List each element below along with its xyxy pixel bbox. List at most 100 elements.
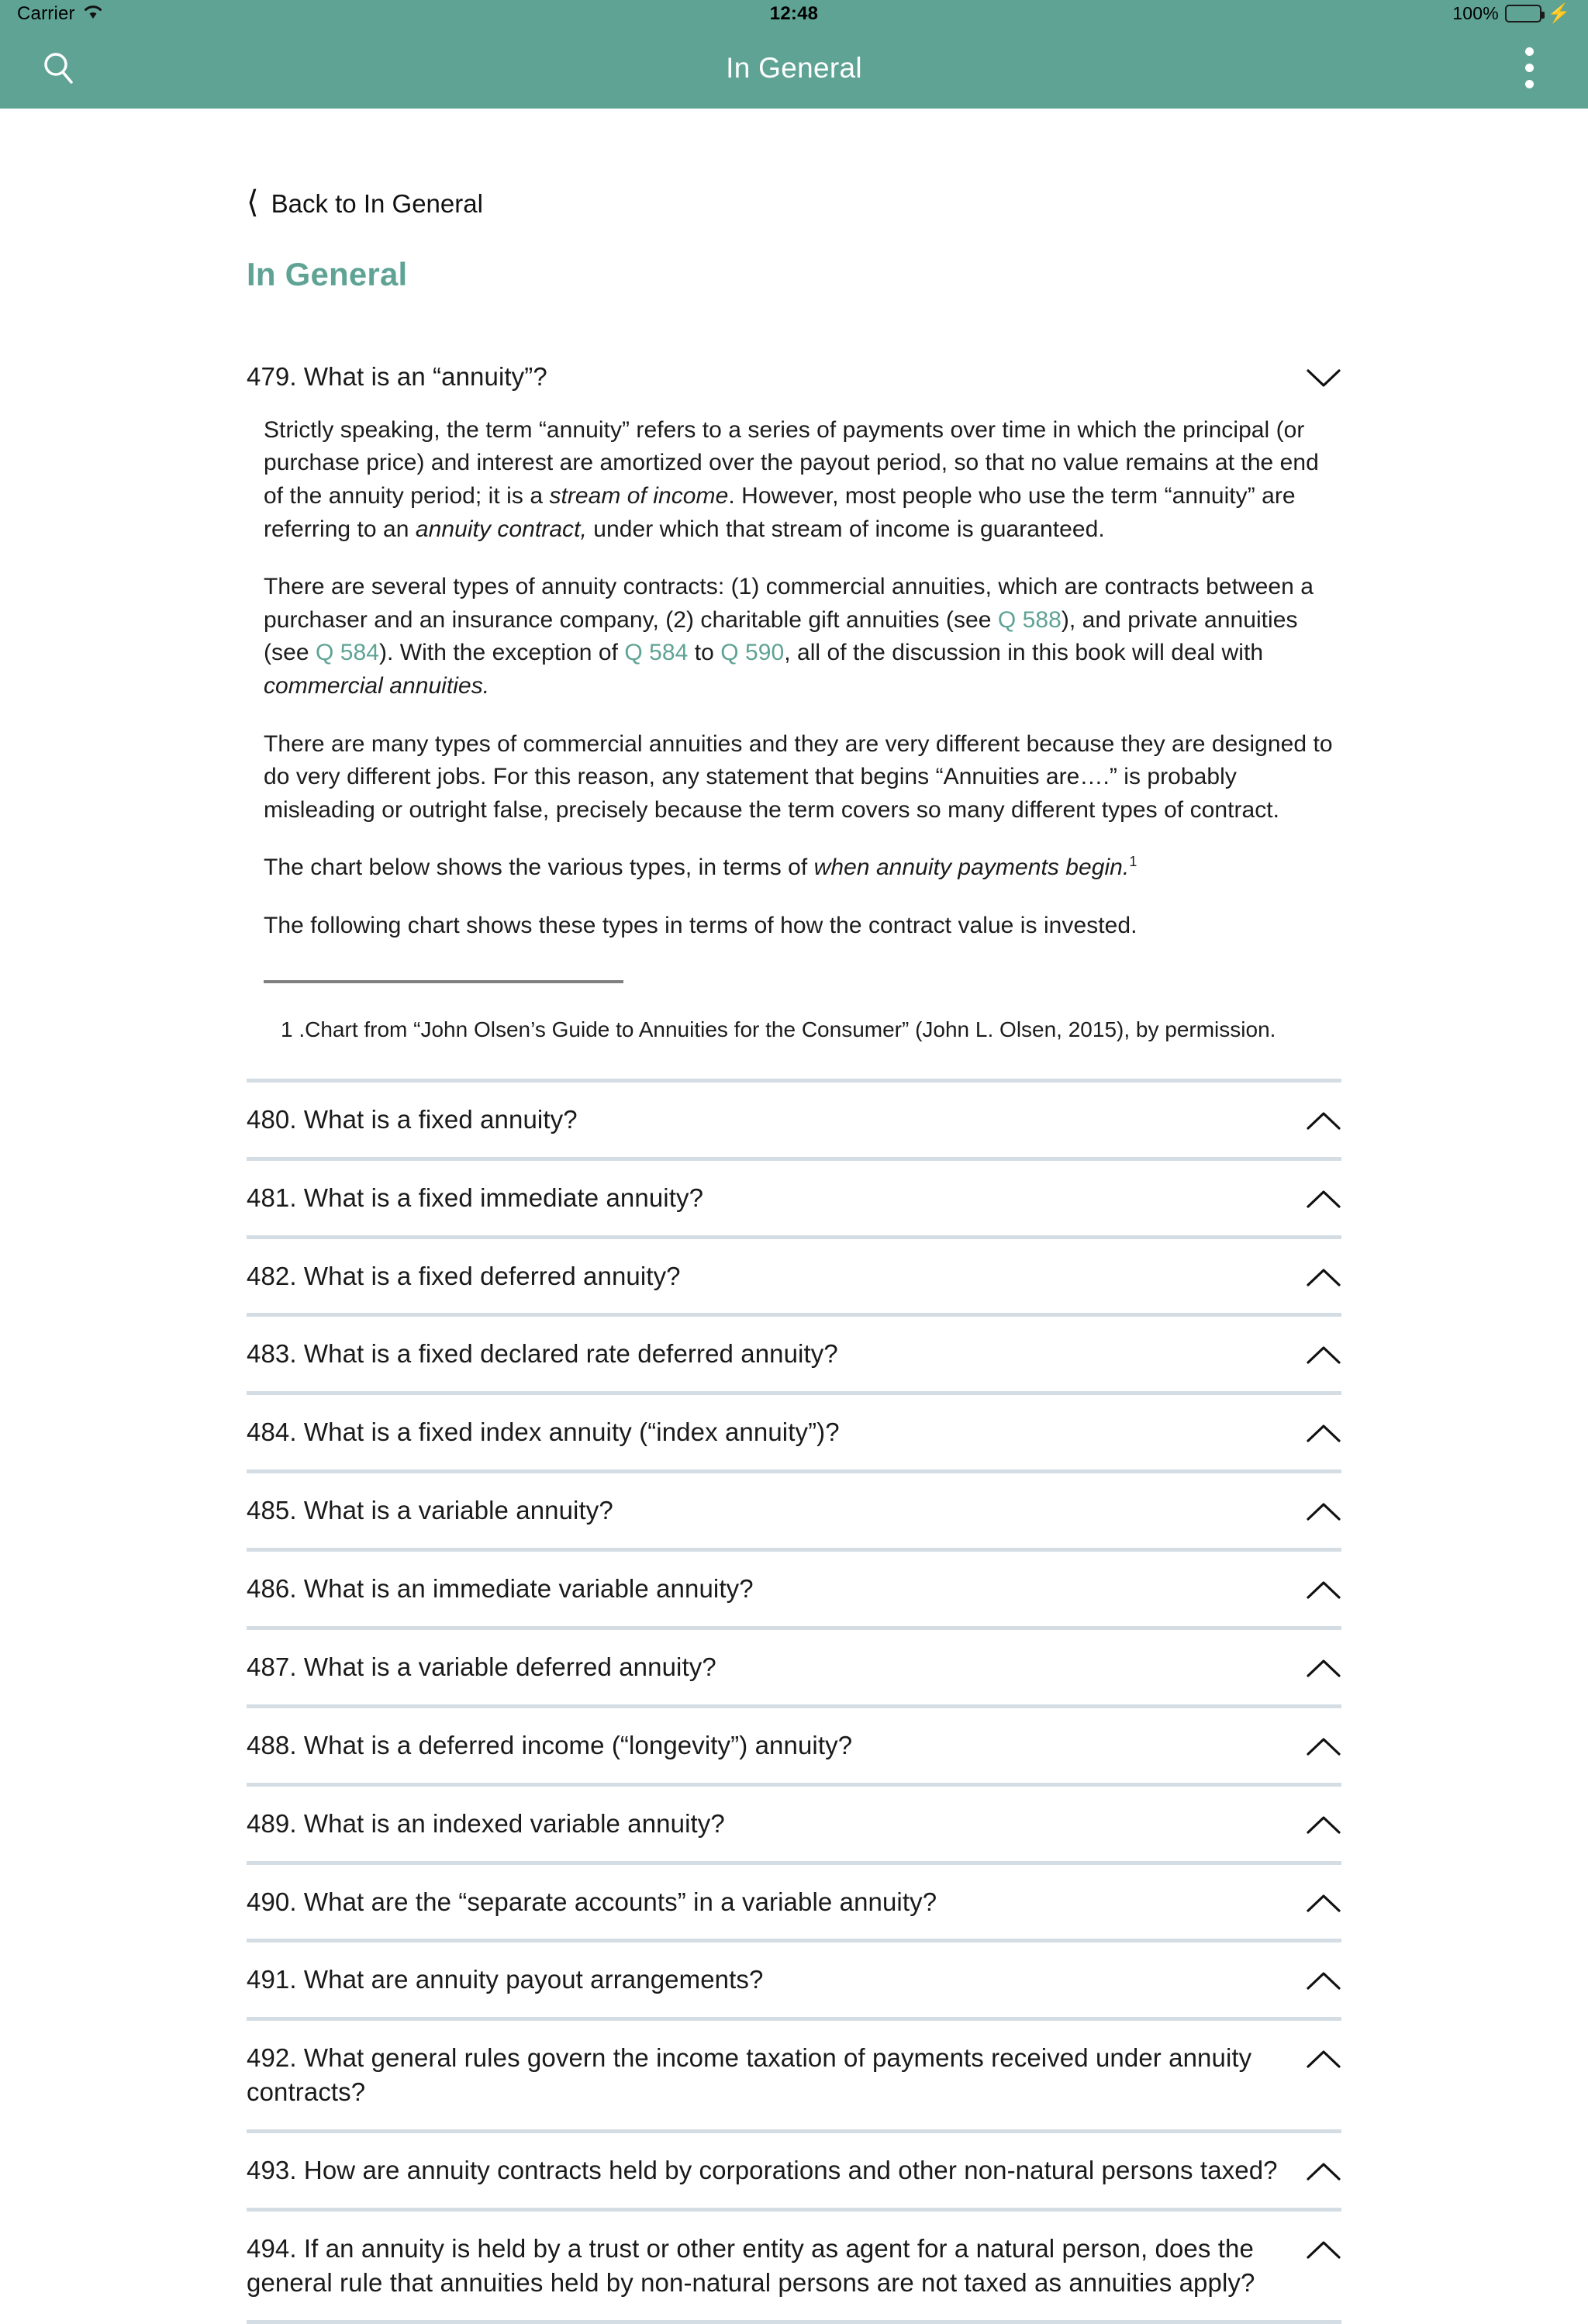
chevron-up-icon[interactable]	[1306, 2238, 1341, 2261]
chevron-up-icon[interactable]	[1306, 1969, 1341, 1992]
wifi-icon	[83, 3, 103, 25]
body-text: ). With the exception of	[378, 640, 625, 666]
question-title: 494. If an annuity is held by a trust or…	[247, 2233, 1255, 2297]
question-header-485[interactable]: 485. What is a variable annuity?	[247, 1473, 1341, 1548]
question-title: 493. How are annuity contracts held by c…	[247, 2156, 1278, 2185]
question-title: 485. What is a variable annuity?	[247, 1496, 613, 1525]
chevron-left-icon: ⟨	[247, 185, 259, 219]
question-item-489: 489. What is an indexed variable annuity…	[247, 1787, 1341, 1861]
emphasis-text: when annuity payments begin.	[813, 855, 1130, 881]
status-bar: Carrier 12:48 100% ⚡	[0, 0, 1588, 27]
chevron-up-icon[interactable]	[1306, 1813, 1341, 1836]
body-text: , all of the discussion in this book wil…	[784, 640, 1264, 666]
kebab-menu-icon[interactable]	[1501, 37, 1557, 99]
chevron-up-icon[interactable]	[1306, 1500, 1341, 1523]
body-text: to	[688, 640, 721, 666]
chevron-up-icon[interactable]	[1306, 1109, 1341, 1132]
question-header-479[interactable]: 479. What is an “annuity”?	[247, 340, 1341, 414]
lightning-bolt-icon: ⚡	[1547, 2, 1571, 24]
question-item-491: 491. What are annuity payout arrangement…	[247, 1942, 1341, 2017]
question-item-488: 488. What is a deferred income (“longevi…	[247, 1708, 1341, 1783]
body-paragraph-3: There are many types of commercial annui…	[264, 728, 1341, 827]
chevron-up-icon[interactable]	[1306, 1421, 1341, 1445]
question-reference-link[interactable]: Q 584	[624, 640, 688, 665]
question-header-482[interactable]: 482. What is a fixed deferred annuity?	[247, 1239, 1341, 1314]
question-item-493: 493. How are annuity contracts held by c…	[247, 2133, 1341, 2208]
body-text: The following chart shows these types in…	[264, 913, 1137, 938]
question-header-484[interactable]: 484. What is a fixed index annuity (“ind…	[247, 1395, 1341, 1469]
footnote-divider	[264, 979, 623, 983]
question-title: 479. What is an “annuity”?	[247, 362, 547, 391]
body-paragraph-4: The chart below shows the various types,…	[264, 851, 1341, 885]
question-title: 492. What general rules govern the incom…	[247, 2043, 1252, 2107]
battery-percent-label: 100%	[1452, 3, 1499, 23]
question-item-484: 484. What is a fixed index annuity (“ind…	[247, 1395, 1341, 1469]
question-accordion: 479. What is an “annuity”? Strictly speak…	[247, 340, 1341, 2324]
emphasis-text: commercial annuities.	[264, 673, 490, 699]
body-paragraph-5: The following chart shows these types in…	[264, 910, 1341, 943]
question-header-486[interactable]: 486. What is an immediate variable annui…	[247, 1552, 1341, 1626]
question-reference-link[interactable]: Q 584	[316, 640, 379, 665]
question-header-493[interactable]: 493. How are annuity contracts held by c…	[247, 2133, 1341, 2208]
question-title: 487. What is a variable deferred annuity…	[247, 1652, 716, 1681]
question-header-488[interactable]: 488. What is a deferred income (“longevi…	[247, 1708, 1341, 1783]
body-text: The chart below shows the various types,…	[264, 855, 814, 881]
question-title: 489. What is an indexed variable annuity…	[247, 1808, 725, 1838]
question-item-481: 481. What is a fixed immediate annuity?	[247, 1161, 1341, 1235]
navigation-bar: In General	[0, 27, 1588, 109]
question-header-494[interactable]: 494. If an annuity is held by a trust or…	[247, 2212, 1341, 2320]
chevron-up-icon[interactable]	[1306, 1891, 1341, 1915]
back-link-label: Back to In General	[271, 189, 483, 218]
question-item-487: 487. What is a variable deferred annuity…	[247, 1630, 1341, 1704]
question-reference-link[interactable]: Q 588	[998, 607, 1062, 633]
kebab-dot	[1524, 64, 1534, 72]
question-title: 486. What is an immediate variable annui…	[247, 1574, 754, 1604]
back-to-in-general-link[interactable]: ⟨ Back to In General	[247, 185, 483, 219]
question-title: 481. What is a fixed immediate annuity?	[247, 1183, 704, 1212]
question-item-490: 490. What are the “separate accounts” in…	[247, 1865, 1341, 1939]
question-item-492: 492. What general rules govern the incom…	[247, 2021, 1341, 2129]
footnote-text: 1 .Chart from “John Olsen’s Guide to Ann…	[281, 1017, 1276, 1041]
question-title: 491. What are annuity payout arrangement…	[247, 1965, 764, 1994]
question-item-494: 494. If an annuity is held by a trust or…	[247, 2212, 1341, 2320]
carrier-label: Carrier	[17, 2, 75, 24]
question-item-482: 482. What is a fixed deferred annuity?	[247, 1239, 1341, 1314]
question-header-480[interactable]: 480. What is a fixed annuity?	[247, 1083, 1341, 1157]
question-title: 488. What is a deferred income (“longevi…	[247, 1730, 853, 1759]
chevron-up-icon[interactable]	[1306, 2160, 1341, 2183]
chevron-up-icon[interactable]	[1306, 1266, 1341, 1289]
footnote-marker[interactable]: 1	[1129, 854, 1137, 869]
question-header-483[interactable]: 483. What is a fixed declared rate defer…	[247, 1317, 1341, 1391]
body-text: There are many types of commercial annui…	[264, 730, 1333, 823]
question-title: 482. What is a fixed deferred annuity?	[247, 1261, 681, 1290]
chevron-up-icon[interactable]	[1306, 2047, 1341, 2070]
battery-icon	[1504, 5, 1545, 22]
question-body-479: Strictly speaking, the term “annuity” re…	[247, 414, 1341, 1045]
body-paragraph-2: There are several types of annuity contr…	[264, 571, 1341, 703]
search-icon[interactable]	[31, 40, 87, 96]
status-bar-left: Carrier	[17, 3, 103, 25]
question-title: 490. What are the “separate accounts” in…	[247, 1887, 937, 1916]
question-header-481[interactable]: 481. What is a fixed immediate annuity?	[247, 1161, 1341, 1235]
question-item-483: 483. What is a fixed declared rate defer…	[247, 1317, 1341, 1391]
question-title: 483. What is a fixed declared rate defer…	[247, 1339, 838, 1369]
question-reference-link[interactable]: Q 590	[720, 640, 784, 665]
chevron-up-icon[interactable]	[1306, 1735, 1341, 1758]
question-title: 480. What is a fixed annuity?	[247, 1104, 578, 1134]
question-header-489[interactable]: 489. What is an indexed variable annuity…	[247, 1787, 1341, 1861]
chevron-up-icon[interactable]	[1306, 1656, 1341, 1680]
question-title: 484. What is a fixed index annuity (“ind…	[247, 1418, 840, 1447]
question-header-492[interactable]: 492. What general rules govern the incom…	[247, 2021, 1341, 2129]
content-area: ⟨ Back to In General In General 479. Wha…	[0, 185, 1588, 2324]
section-heading: In General	[247, 256, 408, 292]
question-header-490[interactable]: 490. What are the “separate accounts” in…	[247, 1865, 1341, 1939]
chevron-up-icon[interactable]	[1306, 1343, 1341, 1366]
question-item-479: 479. What is an “annuity”? Strictly speak…	[247, 340, 1341, 1045]
chevron-up-icon[interactable]	[1306, 1187, 1341, 1210]
chevron-down-icon[interactable]	[1306, 366, 1341, 389]
emphasis-text: stream of income	[549, 483, 729, 509]
status-bar-right: 100% ⚡	[1452, 3, 1571, 24]
question-header-491[interactable]: 491. What are annuity payout arrangement…	[247, 1942, 1341, 2017]
question-header-487[interactable]: 487. What is a variable deferred annuity…	[247, 1630, 1341, 1704]
chevron-up-icon[interactable]	[1306, 1578, 1341, 1601]
